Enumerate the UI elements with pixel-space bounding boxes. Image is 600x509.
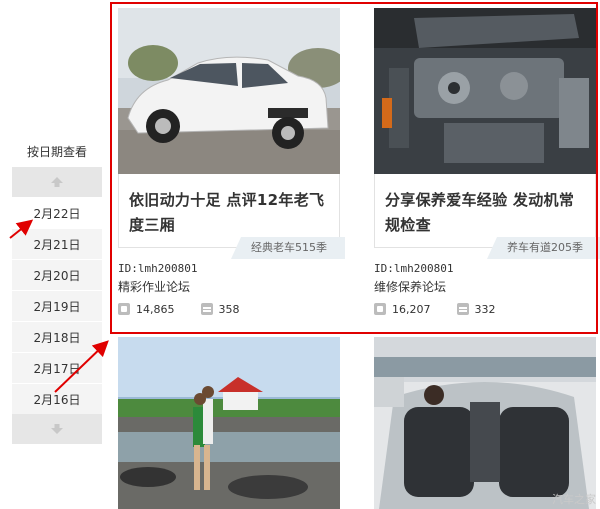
- date-item[interactable]: 2月16日: [12, 383, 102, 414]
- like-count: 16,207: [392, 302, 431, 316]
- arrow-down-icon: [51, 424, 63, 434]
- column-tag[interactable]: 养车有道205季: [487, 237, 600, 259]
- article-meta: ID:lmh200801 精彩作业论坛 14,865 358: [118, 260, 340, 317]
- stats-row: 16,207 332: [374, 301, 596, 317]
- date-item[interactable]: 2月17日: [12, 352, 102, 383]
- forum-link[interactable]: 精彩作业论坛: [118, 278, 340, 296]
- date-nav-title: 按日期查看: [26, 145, 87, 159]
- stats-row: 14,865 358: [118, 301, 340, 317]
- like-count: 14,865: [136, 302, 175, 316]
- car-photo[interactable]: [118, 8, 340, 174]
- date-item[interactable]: 2月21日: [12, 228, 102, 259]
- comment-count: 332: [474, 302, 496, 316]
- caption-box: 依旧动力十足 点评12年老飞度三厢 经典老车515季: [118, 174, 345, 259]
- author-id: ID:lmh200801: [118, 262, 198, 275]
- convertible-photo[interactable]: [374, 337, 596, 509]
- date-item[interactable]: 2月20日: [12, 259, 102, 290]
- like-icon: [118, 303, 130, 315]
- author-id: ID:lmh200801: [374, 262, 454, 275]
- article-meta: ID:lmh200801 维修保养论坛 16,207 332: [374, 260, 596, 317]
- date-item[interactable]: 2月22日: [12, 197, 102, 228]
- like-icon: [374, 303, 386, 315]
- date-down-button[interactable]: [12, 414, 102, 444]
- engine-photo[interactable]: [374, 8, 596, 174]
- arrow-up-icon: [51, 177, 63, 187]
- comment-icon: [456, 303, 469, 315]
- date-item[interactable]: 2月18日: [12, 321, 102, 352]
- date-nav: 2月22日 2月21日 2月20日 2月19日 2月18日 2月17日 2月16…: [12, 167, 102, 444]
- caption-box: 分享保养爱车经验 发动机常规检查 养车有道205季: [374, 174, 600, 259]
- date-up-button[interactable]: [12, 167, 102, 197]
- comment-count: 358: [218, 302, 240, 316]
- watermark: 汽车之家: [552, 493, 596, 506]
- column-tag[interactable]: 经典老车515季: [231, 237, 345, 259]
- comment-icon: [200, 303, 213, 315]
- date-item[interactable]: 2月19日: [12, 290, 102, 321]
- article-title[interactable]: 依旧动力十足 点评12年老飞度三厢: [129, 188, 327, 238]
- article-title[interactable]: 分享保养爱车经验 发动机常规检查: [385, 188, 583, 238]
- beach-photo[interactable]: [118, 337, 340, 509]
- forum-link[interactable]: 维修保养论坛: [374, 278, 596, 296]
